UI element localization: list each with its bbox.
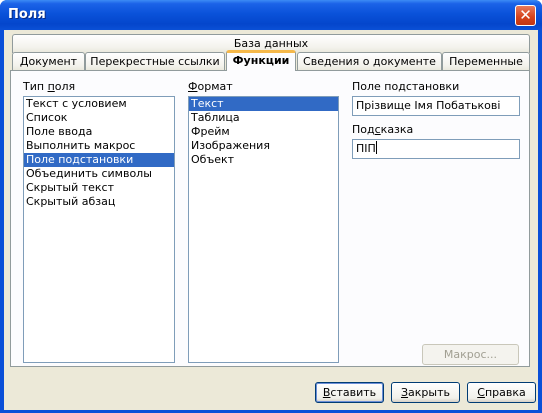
tab-label: Сведения о документе [303, 55, 436, 68]
functions-panel: Тип поля Текст с условием Список Поле вв… [10, 70, 530, 367]
tab-label: Переменные [449, 55, 523, 68]
list-item[interactable]: Объект [189, 153, 338, 167]
text-caret [375, 141, 377, 154]
hint-label: Подсказка [352, 123, 414, 136]
placeholder-label: Поле подстановки [352, 80, 460, 93]
macro-button-label: Макрос... [443, 348, 498, 361]
tab-document-info[interactable]: Сведения о документе [297, 52, 442, 71]
tab-document[interactable]: Документ [12, 52, 85, 71]
dialog-body: База данных Документ Перекрестные ссылки… [4, 30, 538, 410]
tab-variables[interactable]: Переменные [442, 52, 530, 71]
list-item[interactable]: Таблица [189, 111, 338, 125]
type-label: Тип поля [23, 80, 76, 93]
list-item[interactable]: Список [24, 111, 174, 125]
placeholder-value: Прізвище Імя Побатькові [356, 99, 501, 112]
list-item[interactable]: Изображения [189, 139, 338, 153]
help-accel: С [477, 386, 485, 399]
tab-label: Функции [232, 54, 290, 67]
insert-button[interactable]: Вставить [315, 382, 384, 403]
help-label: правка [484, 386, 526, 399]
list-item[interactable]: Текст с условием [24, 97, 174, 111]
type-listbox[interactable]: Текст с условием Список Поле ввода Выпол… [23, 96, 175, 363]
title-bar[interactable]: Поля ✕ [0, 0, 542, 30]
list-item[interactable]: Скрытый текст [24, 181, 174, 195]
close-accel: З [400, 386, 409, 399]
close-window-button[interactable]: ✕ [515, 5, 536, 26]
tab-label: Документ [19, 55, 78, 68]
tab-cross-references[interactable]: Перекрестные ссылки [85, 52, 225, 71]
format-listbox[interactable]: Текст Таблица Фрейм Изображения Объект [188, 96, 339, 363]
insert-label: ставить [330, 386, 377, 399]
macro-button[interactable]: Макрос... [422, 344, 519, 365]
hint-value: ПІП [356, 142, 376, 155]
list-item[interactable]: Объединить символы [24, 167, 174, 181]
tab-functions[interactable]: Функции [226, 50, 296, 71]
window-title: Поля [8, 7, 46, 22]
list-item[interactable]: Поле ввода [24, 125, 174, 139]
close-label: акрыть [408, 386, 450, 399]
list-item[interactable]: Фрейм [189, 125, 338, 139]
list-item[interactable]: Скрытый абзац [24, 195, 174, 209]
tab-label: Перекрестные ссылки [90, 55, 220, 68]
help-button[interactable]: Справка [467, 382, 536, 403]
fields-dialog: Поля ✕ База данных Документ Перекрестные… [0, 0, 542, 413]
format-label: Формат [188, 80, 233, 93]
close-button[interactable]: Закрыть [391, 382, 460, 403]
tab-label: База данных [233, 37, 309, 50]
list-item-selected[interactable]: Поле подстановки [24, 153, 174, 167]
hint-input[interactable]: ПІП [352, 139, 520, 159]
list-item[interactable]: Выполнить макрос [24, 139, 174, 153]
list-item-selected[interactable]: Текст [189, 97, 338, 111]
close-icon: ✕ [519, 6, 532, 24]
placeholder-input[interactable]: Прізвище Імя Побатькові [352, 96, 520, 116]
